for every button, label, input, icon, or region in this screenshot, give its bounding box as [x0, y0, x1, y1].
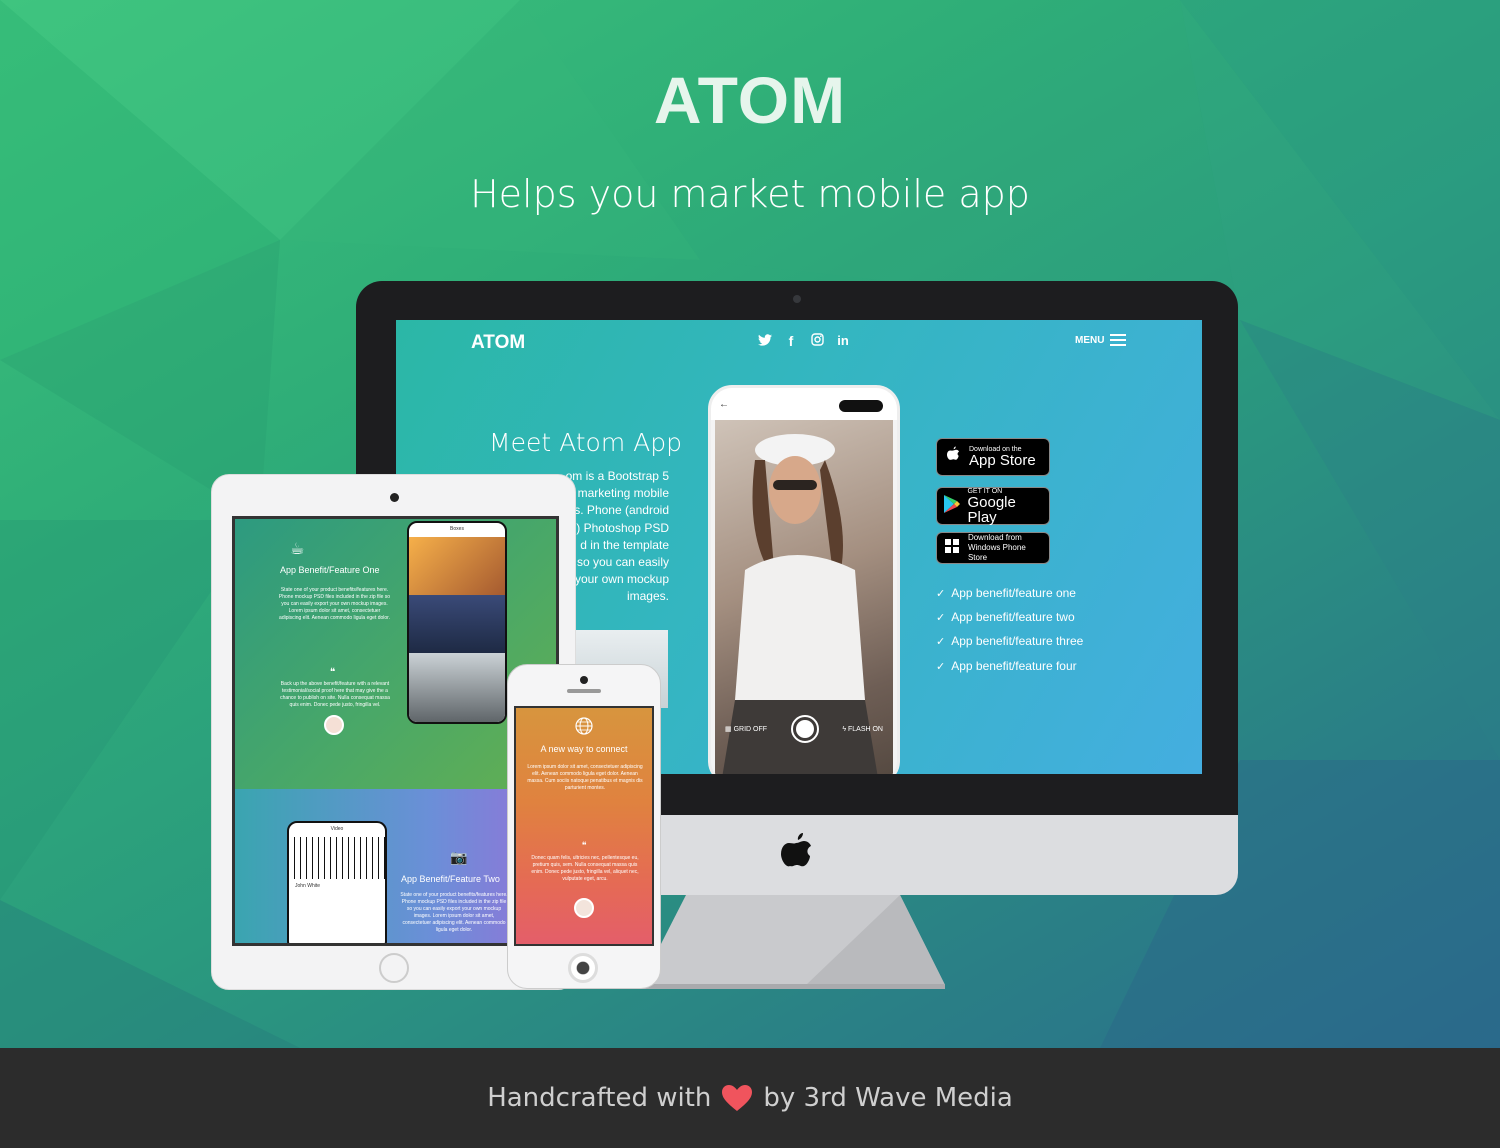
- menu-label: MENU: [1075, 334, 1105, 346]
- quote-icon: ❝: [330, 667, 336, 678]
- globe-icon: [574, 716, 594, 736]
- feature-text: App benefit/feature one: [951, 586, 1076, 600]
- windows-store-button[interactable]: Download from Windows Phone Store: [936, 532, 1050, 564]
- facebook-icon[interactable]: f: [784, 333, 798, 349]
- site-logo[interactable]: ATOM: [471, 332, 525, 354]
- menu-button[interactable]: MENU: [1075, 334, 1127, 346]
- heart-icon: [722, 1085, 753, 1111]
- apple-logo-icon: [781, 833, 811, 867]
- quote-text: Back up the above benefit/feature with a…: [280, 681, 390, 708]
- imac-camera: [793, 295, 801, 303]
- shutter-button[interactable]: [790, 715, 819, 743]
- phone-site-text: Lorem ipsum dolor sit amet, consectetuer…: [527, 764, 643, 791]
- flash-toggle[interactable]: ϟ FLASH ON: [842, 726, 883, 733]
- smartphone-screen: A new way to connect Lorem ipsum dolor s…: [514, 706, 654, 946]
- hamburger-icon: [1110, 334, 1127, 346]
- feature-item: ✓ App benefit/feature two: [936, 610, 1075, 624]
- phone-quote-text: Donec quam felis, ultricies nec, pellent…: [531, 855, 639, 882]
- tablet-home-button: [379, 953, 409, 983]
- piano-video[interactable]: [289, 837, 385, 879]
- camera-icon: 📷: [450, 849, 468, 865]
- avatar: [574, 898, 594, 918]
- store-small-label: Download from: [967, 533, 1022, 542]
- grid-label: GRID OFF: [733, 726, 768, 733]
- phone-site-title: A new way to connect: [540, 744, 628, 754]
- store-mid-label: Windows Phone Store: [967, 543, 1026, 562]
- feature-text: App benefit/feature three: [951, 634, 1084, 648]
- grid-toggle[interactable]: ▦ GRID OFF: [725, 725, 767, 733]
- footer-text-before: Handcrafted with: [487, 1083, 712, 1113]
- feature-text: App benefit/feature two: [951, 610, 1075, 624]
- linkedin-icon[interactable]: in: [836, 333, 850, 349]
- instagram-icon[interactable]: [810, 333, 824, 349]
- google-play-button[interactable]: GET IT ON Google Play: [936, 487, 1050, 525]
- flash-label: FLASH ON: [847, 725, 883, 733]
- city-photo: [409, 595, 505, 653]
- check-icon: ✓: [936, 611, 946, 624]
- camera-controls: ▦ GRID OFF ϟ FLASH ON: [715, 706, 893, 752]
- back-arrow-icon[interactable]: ←: [719, 399, 729, 410]
- feature-one-text: State one of your product benefits/featu…: [278, 587, 391, 621]
- phone-camera-notch: [839, 400, 883, 412]
- store-big-label: Google Play: [967, 493, 1016, 526]
- store-big-label: App Store: [969, 452, 1036, 469]
- tablet-camera: [390, 493, 399, 502]
- feature-two-title: App Benefit/Feature Two: [401, 874, 500, 884]
- tablet-video-phone: Video John White: [287, 821, 387, 943]
- video-header: Video: [330, 826, 344, 832]
- google-play-icon: [943, 494, 961, 519]
- workout-photo: [409, 537, 505, 595]
- feature-item: ✓ App benefit/feature three: [936, 634, 1083, 648]
- feature-text: App benefit/feature four: [951, 659, 1077, 673]
- windows-icon: [943, 538, 962, 559]
- twitter-icon[interactable]: [758, 333, 772, 349]
- runner-photo: [409, 653, 505, 722]
- phone-mockup: ← ▦ GRID OFF ϟ FLASH ON: [708, 385, 900, 774]
- quote-icon: ❝: [581, 840, 587, 850]
- avatar: [324, 715, 344, 735]
- smartphone-home-button: [568, 953, 598, 983]
- feature-item: ✓ App benefit/feature four: [936, 659, 1077, 673]
- camera-icon: [795, 720, 814, 738]
- apple-icon: [943, 445, 963, 469]
- grid-icon: ▦: [725, 726, 734, 733]
- feature-two-text: State one of your product benefits/featu…: [400, 892, 508, 933]
- check-icon: ✓: [936, 660, 946, 673]
- feature-item: ✓ App benefit/feature one: [936, 586, 1076, 600]
- smartphone-camera: [580, 676, 588, 684]
- phone-header: Boxes: [450, 526, 464, 532]
- footer-text-after: by 3rd Wave Media: [763, 1083, 1013, 1113]
- check-icon: ✓: [936, 635, 946, 648]
- smartphone-speaker: [567, 689, 601, 693]
- coffee-icon: ☕: [290, 541, 305, 558]
- feature-one-title: App Benefit/Feature One: [280, 565, 380, 575]
- tablet-phone-mockup: Boxes: [407, 521, 507, 724]
- commenter-name: John White: [295, 883, 321, 889]
- social-links: f in: [758, 333, 850, 349]
- footer: Handcrafted with by 3rd Wave Media: [0, 1048, 1500, 1148]
- check-icon: ✓: [936, 587, 946, 600]
- app-store-button[interactable]: Download on the App Store: [936, 438, 1050, 476]
- hero-heading: Meet Atom App: [489, 428, 682, 457]
